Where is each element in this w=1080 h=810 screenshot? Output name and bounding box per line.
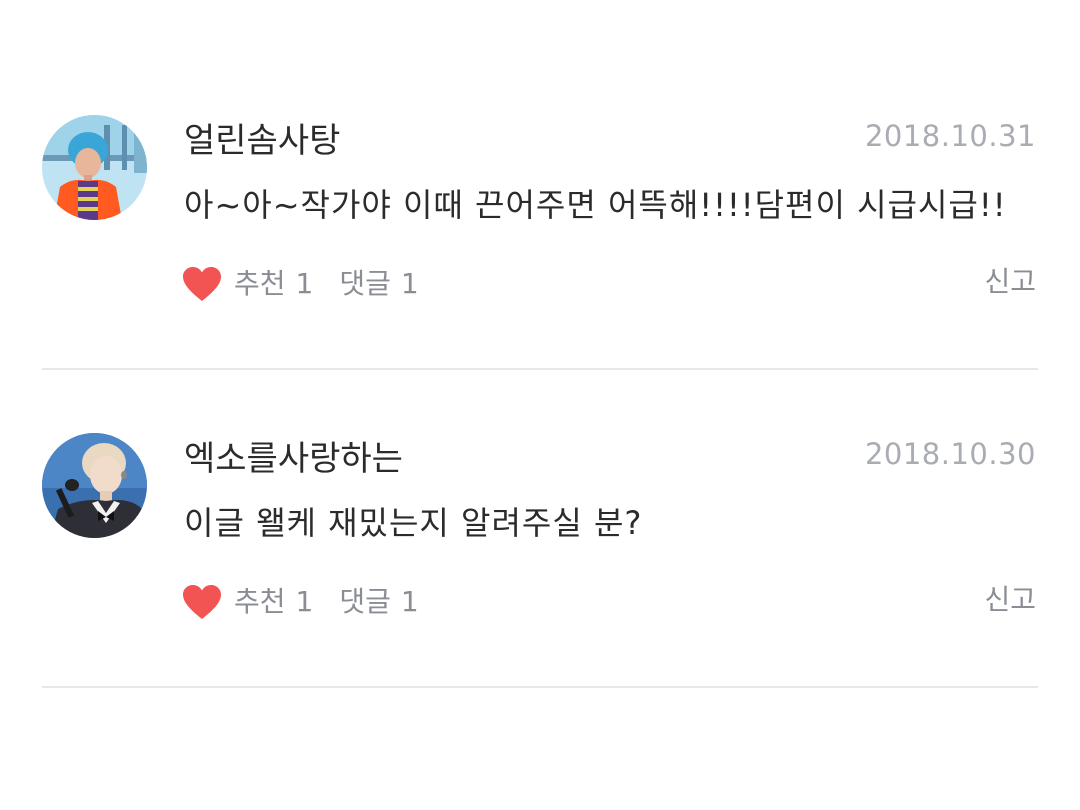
username[interactable]: 얼린솜사탕 (184, 124, 340, 158)
divider (42, 686, 1038, 688)
comment-date: 2018.10.30 (864, 437, 1036, 471)
like-count: 1 (295, 267, 314, 300)
comment-actions: 추천 1 댓글 1 (182, 582, 419, 622)
reply-button[interactable]: 댓글 (339, 588, 391, 616)
username[interactable]: 엑소를사랑하는 (184, 442, 403, 476)
comment-item: 얼린솜사탕 2018.10.31 아~아~작가야 이때 끈어주면 어뜩해!!!!… (0, 52, 1080, 370)
comment-text: 이글 왤케 재밌는지 알려주실 분? (184, 504, 643, 542)
user-avatar[interactable] (42, 433, 147, 538)
reply-count: 1 (400, 585, 419, 618)
reply-button[interactable]: 댓글 (339, 270, 391, 298)
comment-item: 엑소를사랑하는 2018.10.30 이글 왤케 재밌는지 알려주실 분? 추천… (0, 370, 1080, 688)
comment-date: 2018.10.31 (864, 119, 1036, 153)
like-count: 1 (295, 585, 314, 618)
comment-text: 아~아~작가야 이때 끈어주면 어뜩해!!!!담편이 시급시급!! (184, 186, 1007, 224)
comment-actions: 추천 1 댓글 1 (182, 264, 419, 304)
heart-icon[interactable] (182, 584, 222, 620)
report-button[interactable]: 신고 (984, 586, 1036, 614)
reply-count: 1 (400, 267, 419, 300)
user-avatar[interactable] (42, 115, 147, 220)
like-button[interactable]: 추천 (234, 270, 286, 298)
report-button[interactable]: 신고 (984, 268, 1036, 296)
like-button[interactable]: 추천 (234, 588, 286, 616)
heart-icon[interactable] (182, 266, 222, 302)
